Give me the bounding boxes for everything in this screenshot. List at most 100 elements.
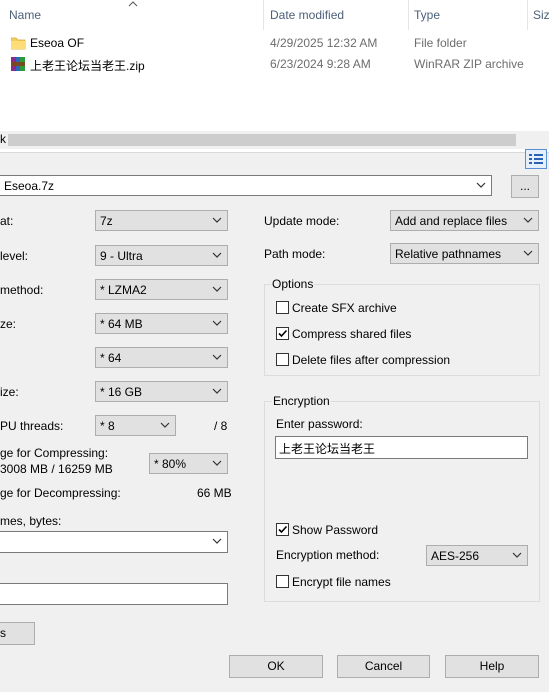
create-sfx-label[interactable]: Create SFX archive <box>292 301 397 315</box>
ok-button[interactable]: OK <box>229 655 323 678</box>
chevron-down-icon <box>212 538 222 544</box>
file-date: 6/23/2024 9:28 AM <box>270 57 371 71</box>
encryption-method-select[interactable]: AES-256 <box>426 545 528 566</box>
word-size-value: * 64 <box>100 351 122 365</box>
memory-decompress-value: 66 MB <box>197 486 232 500</box>
word-size-select[interactable]: * 64 <box>95 347 228 368</box>
memory-compress-label: ge for Compressing: <box>0 446 109 460</box>
chevron-down-icon <box>160 422 170 428</box>
solid-block-size-value: * 16 GB <box>100 385 143 399</box>
compression-method-label: method: <box>0 283 44 297</box>
column-divider[interactable] <box>527 0 528 30</box>
solid-block-size-label: ize: <box>0 385 19 399</box>
compression-level-value: 9 - Ultra <box>100 249 143 263</box>
compression-method-value: * LZMA2 <box>100 283 147 297</box>
archive-path-value: Eseoa.7z <box>4 179 55 193</box>
help-button[interactable]: Help <box>445 655 539 678</box>
archive-format-select[interactable]: 7z <box>95 210 228 231</box>
enter-password-label: Enter password: <box>276 417 363 431</box>
column-header-type[interactable]: Type <box>414 8 440 22</box>
chevron-down-icon <box>212 460 222 466</box>
cancel-button[interactable]: Cancel <box>337 655 430 678</box>
file-name: 上老王论坛当老王.zip <box>30 59 145 73</box>
compression-level-label: level: <box>0 249 29 263</box>
sort-ascending-icon <box>128 1 138 7</box>
horizontal-scrollbar[interactable]: k <box>0 131 549 149</box>
solid-block-size-select[interactable]: * 16 GB <box>95 381 228 402</box>
details-view-icon <box>529 154 543 164</box>
archive-format-label: at: <box>0 214 14 228</box>
chevron-down-icon <box>212 388 222 394</box>
column-divider[interactable] <box>408 0 409 30</box>
compression-method-select[interactable]: * LZMA2 <box>95 279 228 300</box>
column-header-name[interactable]: Name <box>9 8 41 22</box>
chevron-down-icon <box>523 250 533 256</box>
password-value: 上老王论坛当老王 <box>279 442 376 456</box>
cpu-threads-label: PU threads: <box>0 419 64 433</box>
archive-path-combo[interactable]: Eseoa.7z <box>0 175 492 196</box>
compress-shared-label[interactable]: Compress shared files <box>292 327 411 341</box>
file-name: Eseoa OF <box>30 36 85 50</box>
file-type: WinRAR ZIP archive <box>414 57 524 71</box>
cpu-threads-value: * 8 <box>100 419 115 433</box>
file-row[interactable]: Eseoa OF 4/29/2025 12:32 AM File folder <box>0 33 549 54</box>
update-mode-label: Update mode: <box>264 214 340 228</box>
encryption-method-value: AES-256 <box>431 549 480 563</box>
memory-usage-value: * 80% <box>154 457 187 471</box>
compress-shared-checkbox[interactable] <box>276 327 289 340</box>
delete-after-checkbox[interactable] <box>276 353 289 366</box>
file-date: 4/29/2025 12:32 AM <box>270 36 378 50</box>
password-input[interactable]: 上老王论坛当老王 <box>275 436 528 459</box>
dictionary-size-label: ze: <box>0 317 17 331</box>
delete-after-label[interactable]: Delete files after compression <box>292 353 450 367</box>
scroll-left-arrow[interactable]: k <box>0 132 6 146</box>
column-header-date[interactable]: Date modified <box>270 8 344 22</box>
create-sfx-checkbox[interactable] <box>276 301 289 314</box>
update-mode-select[interactable]: Add and replace files <box>390 210 539 231</box>
chevron-down-icon <box>512 552 522 558</box>
show-password-checkbox[interactable] <box>276 523 289 536</box>
dictionary-size-value: * 64 MB <box>100 317 143 331</box>
update-mode-value: Add and replace files <box>395 214 508 228</box>
details-view-button[interactable] <box>525 149 547 169</box>
chevron-down-icon <box>212 320 222 326</box>
split-volumes-combo[interactable] <box>0 531 228 553</box>
chevron-down-icon <box>476 182 486 188</box>
cpu-threads-select[interactable]: * 8 <box>95 415 176 436</box>
scrollbar-thumb[interactable] <box>8 134 516 146</box>
column-divider[interactable] <box>263 0 264 30</box>
chevron-down-icon <box>523 217 533 223</box>
memory-usage-select[interactable]: * 80% <box>149 453 228 474</box>
path-mode-label: Path mode: <box>264 247 326 261</box>
file-row[interactable]: 上老王论坛当老王.zip 6/23/2024 9:28 AM WinRAR ZI… <box>0 54 549 75</box>
split-volumes-label: mes, bytes: <box>0 514 62 528</box>
checkmark-icon <box>278 329 288 338</box>
encryption-group <box>264 401 540 602</box>
memory-compress-value: 3008 MB / 16259 MB <box>0 462 113 476</box>
path-mode-select[interactable]: Relative pathnames <box>390 243 539 264</box>
file-explorer-pane: Name Date modified Type Siz Eseoa OF 4/2… <box>0 0 549 169</box>
winrar-archive-icon <box>11 57 25 71</box>
parameters-button[interactable]: s <box>0 622 35 645</box>
options-group-title: Options <box>271 277 315 291</box>
encrypt-names-checkbox[interactable] <box>276 575 289 588</box>
cpu-threads-max: / 8 <box>214 419 228 433</box>
chevron-down-icon <box>212 252 222 258</box>
memory-decompress-label: ge for Decompressing: <box>0 486 121 500</box>
archive-format-value: 7z <box>100 214 113 228</box>
chevron-down-icon <box>212 354 222 360</box>
encryption-group-title: Encryption <box>272 394 331 408</box>
column-header-size[interactable]: Siz <box>533 8 549 22</box>
dictionary-size-select[interactable]: * 64 MB <box>95 313 228 334</box>
file-type: File folder <box>414 36 467 50</box>
chevron-down-icon <box>212 217 222 223</box>
browse-button[interactable]: ... <box>511 175 539 198</box>
checkmark-icon <box>278 525 288 534</box>
parameters-input[interactable] <box>0 583 228 605</box>
encrypt-names-label[interactable]: Encrypt file names <box>292 575 391 589</box>
show-password-label[interactable]: Show Password <box>292 523 378 537</box>
chevron-down-icon <box>212 286 222 292</box>
folder-icon <box>11 37 26 50</box>
path-mode-value: Relative pathnames <box>395 247 502 261</box>
compression-level-select[interactable]: 9 - Ultra <box>95 245 228 266</box>
